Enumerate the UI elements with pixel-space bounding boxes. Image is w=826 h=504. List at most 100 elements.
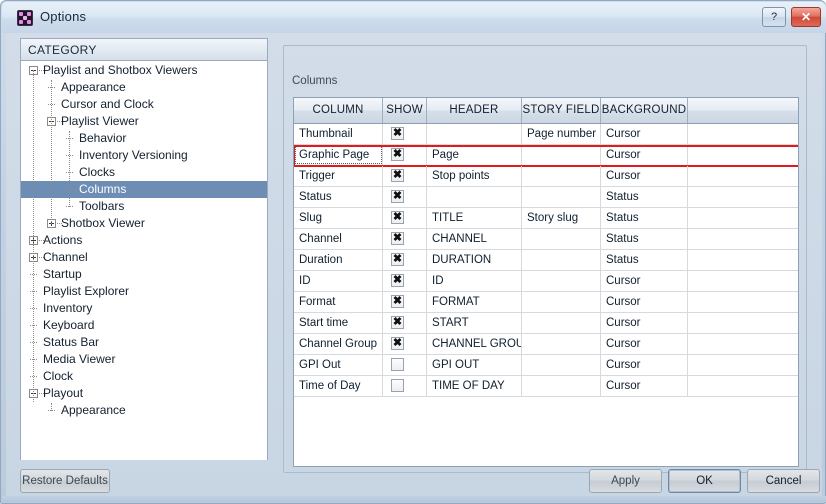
close-icon[interactable]: ✕ <box>791 7 821 27</box>
checkbox-checked-icon[interactable] <box>391 190 404 203</box>
table-row[interactable]: Duration DURATION Status <box>294 250 798 271</box>
cell-show[interactable] <box>383 313 427 333</box>
cell-column[interactable]: ID <box>294 271 383 291</box>
checkbox-checked-icon[interactable] <box>391 211 404 224</box>
cell-background[interactable]: Status <box>601 208 688 228</box>
table-row[interactable]: Channel Group CHANNEL GROUP Cursor <box>294 334 798 355</box>
cell-story-field[interactable] <box>522 145 601 165</box>
cell-header[interactable]: TITLE <box>427 208 522 228</box>
cell-column[interactable]: Duration <box>294 250 383 270</box>
cell-background[interactable]: Cursor <box>601 145 688 165</box>
cell-header[interactable] <box>427 124 522 144</box>
tree-item-appearance[interactable]: Appearance <box>21 402 267 419</box>
cell-story-field[interactable] <box>522 334 601 354</box>
cell-background[interactable]: Cursor <box>601 313 688 333</box>
cell-column[interactable]: Channel Group <box>294 334 383 354</box>
tree-item-keyboard[interactable]: Keyboard <box>21 317 267 334</box>
table-row[interactable]: Status Status <box>294 187 798 208</box>
cell-filler[interactable] <box>688 355 798 375</box>
cell-story-field[interactable] <box>522 229 601 249</box>
cell-story-field[interactable]: Story slug <box>522 208 601 228</box>
cell-column[interactable]: Time of Day <box>294 376 383 396</box>
cell-story-field[interactable] <box>522 376 601 396</box>
checkbox-checked-icon[interactable] <box>391 274 404 287</box>
table-row[interactable]: Time of Day TIME OF DAY Cursor <box>294 376 798 397</box>
cell-show[interactable] <box>383 229 427 249</box>
tree-item-startup[interactable]: Startup <box>21 266 267 283</box>
table-row[interactable]: ID ID Cursor <box>294 271 798 292</box>
cell-header[interactable] <box>427 187 522 207</box>
cell-background[interactable]: Status <box>601 250 688 270</box>
cell-show[interactable] <box>383 376 427 396</box>
cell-story-field[interactable] <box>522 355 601 375</box>
checkbox-checked-icon[interactable] <box>391 295 404 308</box>
checkbox-unchecked-icon[interactable] <box>391 379 404 392</box>
checkbox-checked-icon[interactable] <box>391 316 404 329</box>
table-row[interactable]: GPI Out GPI OUT Cursor <box>294 355 798 376</box>
cell-show[interactable] <box>383 187 427 207</box>
cell-filler[interactable] <box>688 313 798 333</box>
tree-item-inventory[interactable]: Inventory <box>21 300 267 317</box>
checkbox-unchecked-icon[interactable] <box>391 358 404 371</box>
tree-item-shotbox-viewer[interactable]: Shotbox Viewer <box>21 215 267 232</box>
grid-header-background[interactable]: BACKGROUND <box>601 98 688 123</box>
cell-show[interactable] <box>383 124 427 144</box>
cell-header[interactable]: START <box>427 313 522 333</box>
tree-item-playlist-viewer[interactable]: Playlist Viewer <box>21 113 267 130</box>
cell-column[interactable]: Graphic Page <box>294 145 383 165</box>
grid-header-column[interactable]: COLUMN <box>294 98 383 123</box>
cell-background[interactable]: Cursor <box>601 124 688 144</box>
category-tree[interactable]: Playlist and Shotbox Viewers Appearance Cu… <box>21 62 267 460</box>
cell-background[interactable]: Status <box>601 229 688 249</box>
tree-item-status-bar[interactable]: Status Bar <box>21 334 267 351</box>
cell-column[interactable]: Thumbnail <box>294 124 383 144</box>
table-row[interactable]: Trigger Stop points Cursor <box>294 166 798 187</box>
cell-story-field[interactable] <box>522 292 601 312</box>
checkbox-checked-icon[interactable] <box>391 232 404 245</box>
table-row[interactable]: Start time START Cursor <box>294 313 798 334</box>
cell-header[interactable]: CHANNEL GROUP <box>427 334 522 354</box>
cell-story-field[interactable]: Page number <box>522 124 601 144</box>
cell-show[interactable] <box>383 271 427 291</box>
table-row[interactable]: Format FORMAT Cursor <box>294 292 798 313</box>
cell-header[interactable]: TIME OF DAY <box>427 376 522 396</box>
cell-show[interactable] <box>383 334 427 354</box>
tree-item-appearance[interactable]: Appearance <box>21 79 267 96</box>
grid-header-show[interactable]: SHOW <box>383 98 427 123</box>
cell-filler[interactable] <box>688 229 798 249</box>
cell-filler[interactable] <box>688 292 798 312</box>
cell-column[interactable]: Status <box>294 187 383 207</box>
grid-header-filler[interactable] <box>688 98 798 123</box>
cell-story-field[interactable] <box>522 313 601 333</box>
tree-item-inventory-versioning[interactable]: Inventory Versioning <box>21 147 267 164</box>
cell-filler[interactable] <box>688 334 798 354</box>
checkbox-checked-icon[interactable] <box>391 127 404 140</box>
cell-column[interactable]: Start time <box>294 313 383 333</box>
cell-background[interactable]: Cursor <box>601 166 688 186</box>
cell-story-field[interactable] <box>522 271 601 291</box>
cell-show[interactable] <box>383 145 427 165</box>
cell-filler[interactable] <box>688 166 798 186</box>
columns-grid[interactable]: COLUMN SHOW HEADER STORY FIELD BACKGROUND Th… <box>293 97 799 467</box>
cell-show[interactable] <box>383 355 427 375</box>
cell-show[interactable] <box>383 166 427 186</box>
cell-background[interactable]: Cursor <box>601 271 688 291</box>
cell-show[interactable] <box>383 250 427 270</box>
tree-item-channel[interactable]: Channel <box>21 249 267 266</box>
table-row[interactable]: Thumbnail Page numberCursor <box>294 124 798 145</box>
checkbox-checked-icon[interactable] <box>391 169 404 182</box>
cell-filler[interactable] <box>688 187 798 207</box>
checkbox-checked-icon[interactable] <box>391 148 404 161</box>
ok-button[interactable]: OK <box>668 469 741 493</box>
cell-background[interactable]: Cursor <box>601 334 688 354</box>
tree-item-clocks[interactable]: Clocks <box>21 164 267 181</box>
cell-header[interactable]: DURATION <box>427 250 522 270</box>
grid-header-header[interactable]: HEADER <box>427 98 522 123</box>
cell-show[interactable] <box>383 292 427 312</box>
tree-item-clock[interactable]: Clock <box>21 368 267 385</box>
tree-item-playlist-explorer[interactable]: Playlist Explorer <box>21 283 267 300</box>
grid-body[interactable]: Thumbnail Page numberCursorGraphic Page Pa… <box>294 124 798 397</box>
checkbox-checked-icon[interactable] <box>391 337 404 350</box>
cell-show[interactable] <box>383 208 427 228</box>
cell-column[interactable]: Trigger <box>294 166 383 186</box>
